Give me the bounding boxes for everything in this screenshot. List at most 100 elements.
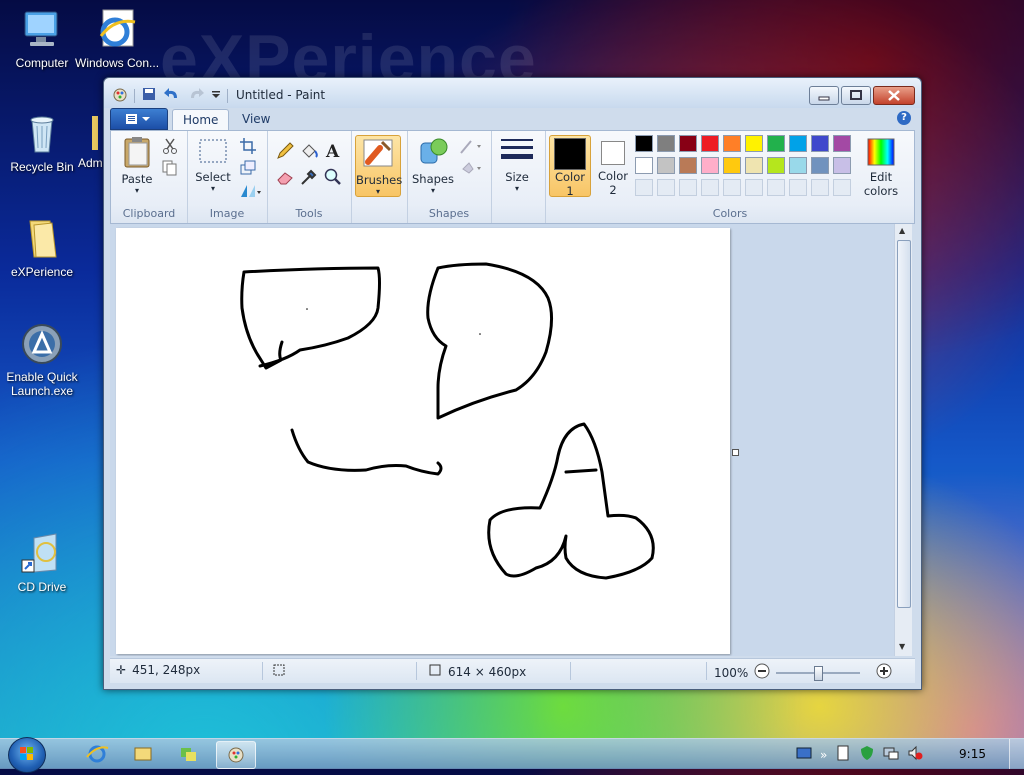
desktop-icon-adm[interactable]: Adm <box>78 112 106 170</box>
taskbar-explorer[interactable] <box>124 741 162 767</box>
color2-button[interactable]: Color 2 <box>593 135 633 197</box>
desktop-icon-computer[interactable]: Computer <box>0 8 84 70</box>
help-icon[interactable]: ? <box>897 111 911 125</box>
system-tray: » <box>796 745 923 764</box>
palette-swatch-empty[interactable] <box>679 179 697 196</box>
palette-swatch[interactable] <box>767 157 785 174</box>
fill-icon[interactable] <box>299 141 318 159</box>
save-icon[interactable] <box>141 86 157 105</box>
show-desktop-button[interactable] <box>1009 739 1024 769</box>
desktop-icon-cd-drive[interactable]: CD Drive <box>0 532 84 594</box>
palette-swatch[interactable] <box>745 135 763 152</box>
undo-icon[interactable] <box>163 86 181 105</box>
paint-app-icon[interactable] <box>112 86 128 105</box>
brushes-group: Brushes ▾ <box>351 131 408 223</box>
magnifier-icon[interactable] <box>323 167 341 185</box>
brushes-button[interactable]: Brushes ▾ <box>355 135 402 197</box>
palette-swatch[interactable] <box>811 135 829 152</box>
palette-swatch[interactable] <box>679 157 697 174</box>
outline-icon[interactable] <box>459 137 481 155</box>
palette-swatch-empty[interactable] <box>657 179 675 196</box>
edit-colors-button[interactable]: Edit colors <box>861 137 901 198</box>
volume-muted-icon[interactable] <box>907 745 923 764</box>
vertical-scrollbar[interactable]: ▲ ▼ <box>894 224 912 656</box>
color-picker-icon[interactable] <box>299 167 317 185</box>
palette-swatch[interactable] <box>745 157 763 174</box>
resize-icon[interactable] <box>239 159 257 177</box>
zoom-out-icon[interactable] <box>754 663 770 682</box>
desktop-icon-experience[interactable]: eXPerience <box>0 217 84 279</box>
desktop-icon-label: Adm <box>78 156 103 170</box>
palette-swatch-empty[interactable] <box>701 179 719 196</box>
redo-icon[interactable] <box>187 86 205 105</box>
palette-swatch[interactable] <box>833 135 851 152</box>
minimize-button[interactable] <box>809 86 839 105</box>
palette-swatch[interactable] <box>789 157 807 174</box>
palette-swatch[interactable] <box>657 135 675 152</box>
palette-swatch-empty[interactable] <box>811 179 829 196</box>
scroll-thumb[interactable] <box>897 240 911 608</box>
drawing-strokes <box>240 262 655 580</box>
palette-swatch[interactable] <box>679 135 697 152</box>
palette-swatch[interactable] <box>811 157 829 174</box>
taskbar-paint[interactable] <box>216 741 256 769</box>
title-bar[interactable]: Untitled - Paint <box>104 78 921 108</box>
desktop-toolbar-icon[interactable] <box>796 745 812 764</box>
text-icon[interactable]: A <box>323 141 341 162</box>
crop-icon[interactable] <box>239 137 257 155</box>
desktop-icon-windows-con[interactable]: Windows Con... <box>75 8 159 70</box>
rotate-icon[interactable] <box>239 181 261 199</box>
security-shield-icon[interactable] <box>859 745 875 764</box>
paste-button[interactable]: Paste ▾ <box>115 135 159 195</box>
palette-swatch[interactable] <box>701 135 719 152</box>
palette-swatch[interactable] <box>723 157 741 174</box>
palette-swatch[interactable] <box>833 157 851 174</box>
palette-swatch[interactable] <box>723 135 741 152</box>
paint-menu-button[interactable] <box>110 108 168 130</box>
fill-shape-icon[interactable] <box>459 159 481 177</box>
copy-icon[interactable] <box>161 159 179 177</box>
customize-qat-icon[interactable] <box>211 86 221 105</box>
scroll-down-icon[interactable]: ▼ <box>899 642 905 651</box>
desktop-icon-enable-quick-launch[interactable]: Enable Quick Launch.exe <box>0 322 84 398</box>
palette-swatch[interactable] <box>789 135 807 152</box>
color1-button[interactable]: Color 1 <box>549 135 591 198</box>
action-center-icon[interactable] <box>835 745 851 764</box>
cut-icon[interactable] <box>161 137 179 155</box>
tab-view[interactable]: View <box>232 109 280 129</box>
scroll-up-icon[interactable]: ▲ <box>899 226 905 235</box>
taskbar-clock[interactable]: 9:15 <box>959 747 986 761</box>
eraser-icon[interactable] <box>275 167 293 185</box>
palette-swatch-empty[interactable] <box>767 179 785 196</box>
zoom-slider-thumb[interactable] <box>814 665 824 681</box>
desktop-icon-label: Recycle Bin <box>10 160 74 174</box>
shapes-button[interactable]: Shapes ▾ <box>411 135 455 195</box>
taskbar-app[interactable] <box>170 741 208 767</box>
tray-expand-icon[interactable]: » <box>820 748 827 762</box>
palette-swatch[interactable] <box>701 157 719 174</box>
zoom-in-icon[interactable] <box>876 663 892 682</box>
palette-swatch-empty[interactable] <box>745 179 763 196</box>
palette-swatch-empty[interactable] <box>789 179 807 196</box>
network-icon[interactable] <box>883 745 899 764</box>
drawing-canvas[interactable] <box>116 228 730 654</box>
tab-home[interactable]: Home <box>172 109 230 130</box>
palette-swatch[interactable] <box>767 135 785 152</box>
status-bar: ✛ 451, 248px 614 × 460px 100% <box>110 658 915 683</box>
palette-swatch-empty[interactable] <box>723 179 741 196</box>
palette-swatch-empty[interactable] <box>635 179 653 196</box>
size-button[interactable]: Size ▾ <box>497 135 537 193</box>
select-button[interactable]: Select ▾ <box>193 137 233 193</box>
zoom-slider[interactable] <box>776 665 861 681</box>
palette-swatch-empty[interactable] <box>833 179 851 196</box>
palette-swatch[interactable] <box>635 135 653 152</box>
pencil-icon[interactable] <box>275 141 294 159</box>
maximize-button[interactable] <box>841 86 871 105</box>
close-button[interactable] <box>873 86 915 105</box>
palette-swatch[interactable] <box>635 157 653 174</box>
palette-swatch[interactable] <box>657 157 675 174</box>
taskbar-internet-explorer[interactable] <box>78 741 116 767</box>
desktop-icon-recycle-bin[interactable]: Recycle Bin <box>0 112 84 174</box>
canvas-resize-handle[interactable] <box>732 449 739 456</box>
shapes-group-label: Shapes <box>428 207 470 220</box>
